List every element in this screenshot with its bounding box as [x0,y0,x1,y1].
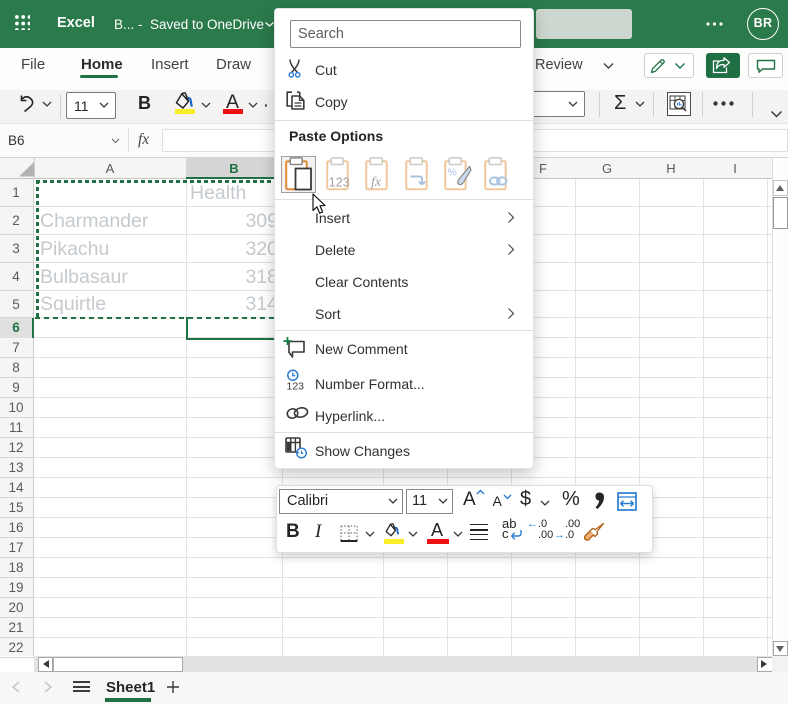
svg-text:123: 123 [287,381,305,392]
svg-text:fx: fx [371,175,382,190]
svg-text:123: 123 [328,176,349,190]
svg-text:%: % [448,167,457,179]
